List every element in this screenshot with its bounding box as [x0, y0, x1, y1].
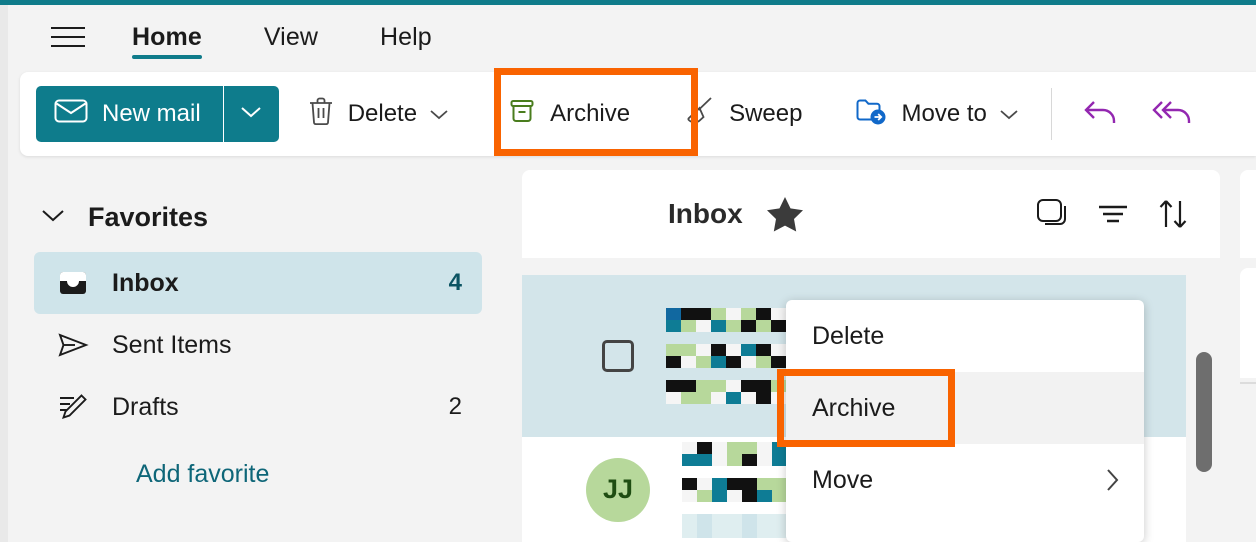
- context-menu-delete-label: Delete: [812, 321, 885, 350]
- sidebar-item-inbox-label: Inbox: [112, 268, 179, 297]
- folder-arrow-icon: [854, 96, 888, 133]
- new-mail-label: New mail: [102, 100, 201, 127]
- sidebar-item-sent-items-label: Sent Items: [112, 330, 232, 359]
- tab-home[interactable]: Home: [110, 5, 224, 69]
- context-menu-item-move[interactable]: Move: [786, 444, 1144, 516]
- tab-help[interactable]: Help: [358, 5, 454, 69]
- sort-icon[interactable]: [1146, 187, 1200, 241]
- hamburger-icon[interactable]: [44, 13, 92, 61]
- move-to-button[interactable]: Move to: [842, 86, 1030, 142]
- inbox-icon: [56, 269, 90, 297]
- chevron-down-icon[interactable]: [429, 108, 449, 120]
- sidebar-item-inbox-count: 4: [448, 269, 462, 296]
- reply-button[interactable]: [1074, 87, 1128, 141]
- chevron-down-icon: [240, 105, 262, 124]
- reply-icon: [1081, 96, 1121, 133]
- trash-icon: [307, 96, 335, 133]
- command-bar: New mail Delete Archive Sweep Move to: [20, 72, 1256, 156]
- context-menu-item-partial[interactable]: [786, 516, 1144, 542]
- favorites-section-header[interactable]: Favorites: [40, 194, 514, 240]
- outlook-window: Home View Help New mail Delete Archive S…: [0, 0, 1256, 542]
- reply-all-icon: [1150, 96, 1196, 133]
- star-filled-icon[interactable]: [765, 195, 805, 233]
- chevron-down-icon[interactable]: [999, 108, 1019, 120]
- avatar: JJ: [586, 457, 650, 522]
- delete-button[interactable]: Delete: [295, 86, 461, 142]
- filter-icon[interactable]: [1086, 187, 1140, 241]
- favorites-label: Favorites: [88, 201, 209, 232]
- sidebar-item-inbox[interactable]: Inbox 4: [34, 252, 482, 314]
- envelope-icon: [54, 98, 88, 131]
- reading-pane-header: [1240, 170, 1256, 258]
- context-menu-move-label: Move: [812, 465, 874, 494]
- sidebar-item-sent-items[interactable]: Sent Items: [34, 314, 482, 376]
- context-menu-item-archive[interactable]: Archive: [786, 372, 1144, 444]
- context-menu-archive-label: Archive: [812, 393, 896, 422]
- sidebar-item-drafts-label: Drafts: [112, 392, 179, 421]
- reading-pane-footer: [1240, 382, 1256, 542]
- archive-box-icon: [507, 96, 537, 133]
- delete-label: Delete: [347, 100, 418, 127]
- archive-label: Archive: [550, 100, 631, 127]
- context-menu-item-delete[interactable]: Delete: [786, 300, 1144, 372]
- move-to-label: Move to: [901, 100, 987, 127]
- chevron-down-icon: [40, 207, 66, 228]
- sweep-button[interactable]: Sweep: [672, 86, 814, 142]
- new-mail-dropdown-button[interactable]: [222, 86, 279, 142]
- chevron-right-icon: [1104, 465, 1122, 495]
- message-list-divider: [522, 258, 1220, 275]
- new-mail-button[interactable]: New mail: [36, 86, 223, 142]
- tab-home-label: Home: [132, 22, 202, 51]
- send-icon: [56, 332, 90, 358]
- tab-help-label: Help: [380, 22, 432, 51]
- reading-pane-body: [1240, 268, 1256, 378]
- reply-all-button[interactable]: [1146, 87, 1200, 141]
- message-list-header: Inbox: [522, 170, 1220, 258]
- draft-pencil-icon: [56, 392, 90, 422]
- broom-icon: [684, 95, 716, 134]
- message-select-checkbox[interactable]: [602, 340, 634, 372]
- archive-button[interactable]: Archive: [495, 86, 642, 142]
- folder-sidebar: Favorites Inbox 4 Sent Items Drafts 2 Ad…: [8, 162, 514, 542]
- tab-view[interactable]: View: [242, 5, 340, 69]
- toolbar-divider: [1050, 88, 1052, 140]
- add-favorite-link[interactable]: Add favorite: [136, 460, 269, 489]
- page-title: Inbox: [668, 198, 743, 229]
- tab-view-label: View: [263, 22, 318, 51]
- ribbon-tab-bar: Home View Help: [8, 5, 1256, 69]
- context-menu: Delete Archive Move: [786, 300, 1144, 542]
- conversation-view-icon[interactable]: [1026, 187, 1080, 241]
- sidebar-item-drafts-count: 2: [448, 393, 462, 420]
- message-list-actions: [1026, 187, 1200, 241]
- sweep-label: Sweep: [729, 100, 803, 127]
- sidebar-item-drafts[interactable]: Drafts 2: [34, 376, 482, 438]
- message-list-scrollbar-thumb[interactable]: [1196, 352, 1212, 472]
- window-left-edge: [0, 5, 8, 542]
